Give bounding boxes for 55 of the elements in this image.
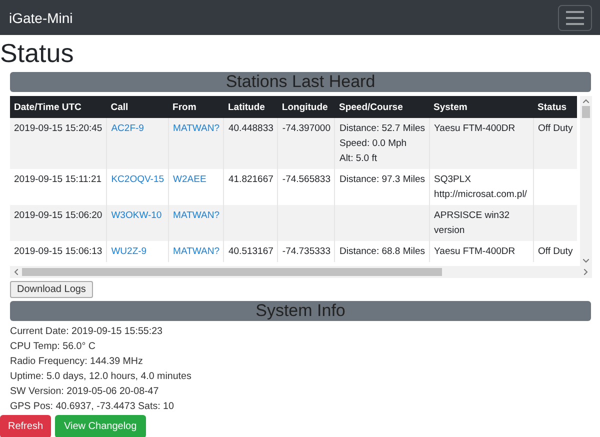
vertical-scrollbar[interactable]: [580, 96, 592, 266]
table-cell: 40.448833: [228, 123, 274, 134]
info-line: Radio Frequency: 144.39 MHz: [10, 355, 144, 369]
table-cell: 40.513167: [228, 246, 274, 257]
from-link[interactable]: W2AEE: [173, 174, 206, 185]
table-cell: 41.821667: [228, 174, 274, 185]
column-header: System: [430, 96, 534, 118]
from-link[interactable]: MATWAN?: [173, 123, 220, 134]
call-link[interactable]: KC2OQV-15: [111, 174, 164, 185]
info-line: CPU Temp: 56.0° C: [10, 340, 96, 354]
menu-button[interactable]: [558, 4, 592, 30]
table-cell-text: Distance: 68.8 Miles: [339, 245, 426, 259]
info-line: Uptime: 5.0 days, 12.0 hours, 4.0 minutes: [10, 370, 192, 384]
table-cell: -74.565833: [282, 174, 330, 185]
table-cell-text: http://microsat.com.pl/: [434, 188, 528, 202]
brand-name[interactable]: iGate-Mini: [9, 10, 73, 26]
table-cell: -74.735333: [282, 246, 330, 257]
info-line: SW Version: 2019-05-06 20-08-47: [10, 385, 160, 399]
download-logs-button[interactable]: Download Logs: [10, 281, 93, 298]
info-line: Current Date: 2019-09-15 15:55:23: [10, 325, 164, 339]
section-header: System Info: [10, 301, 591, 321]
info-line: GPS Pos: 40.6937, -73.4473 Sats: 10: [10, 400, 175, 414]
from-link[interactable]: MATWAN?: [173, 246, 220, 257]
table-cell: 2019-09-15 15:06:20: [14, 210, 102, 221]
horizontal-scrollbar[interactable]: [10, 266, 592, 278]
table-cell: Off Duty: [538, 123, 573, 134]
call-link[interactable]: WU2Z-9: [111, 246, 147, 257]
scrollbar-thumb[interactable]: [582, 106, 590, 118]
table-cell-text: Distance: 97.3 Miles: [339, 173, 426, 187]
column-header: Longitude: [278, 96, 335, 118]
table-cell: 2019-09-15 15:20:45: [14, 123, 102, 134]
column-header: Status: [534, 96, 577, 118]
table-cell-text: Distance: 52.7 Miles: [339, 122, 426, 136]
table-cell-text: SQ3PLX: [434, 173, 472, 187]
table-cell-text: Alt: 5.0 ft: [339, 152, 378, 166]
column-header: Date/Time UTC: [10, 96, 107, 118]
table-cell-text: Yaesu FTM-400DR: [434, 122, 516, 136]
table-cell: 2019-09-15 15:11:21: [14, 174, 102, 185]
table-cell-text: Speed: 0.0 Mph: [339, 137, 408, 151]
table-cell-text: Yaesu FTM-400DR: [434, 245, 516, 259]
scrollbar-thumb[interactable]: [22, 268, 442, 276]
call-link[interactable]: AC2F-9: [111, 123, 144, 134]
column-header: Call: [106, 96, 169, 118]
table-cell-text: APRSISCE win32 version: [434, 209, 511, 238]
column-header: From: [168, 96, 224, 118]
menu-icon: [566, 10, 584, 24]
section-header: Stations Last Heard: [10, 72, 591, 92]
table-cell: 2019-09-15 15:06:13: [14, 246, 102, 257]
column-header: Latitude: [224, 96, 278, 118]
table-cell: Off Duty: [538, 246, 573, 257]
column-header: Speed/Course: [334, 96, 430, 118]
action-button[interactable]: Refresh: [0, 415, 52, 437]
table-cell: -74.397000: [282, 123, 330, 134]
page-title: Status: [0, 37, 75, 69]
action-button[interactable]: View Changelog: [55, 415, 146, 437]
